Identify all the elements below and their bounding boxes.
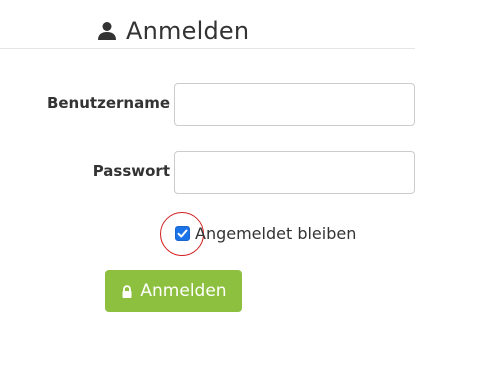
lock-icon xyxy=(120,284,134,298)
user-icon xyxy=(96,20,118,42)
remember-checkbox[interactable] xyxy=(175,226,190,241)
username-label: Benutzername xyxy=(46,94,170,112)
page-header: Anmelden xyxy=(96,16,249,46)
remember-label: Angemeldet bleiben xyxy=(195,224,357,243)
login-button-label: Anmelden xyxy=(140,281,227,301)
username-input[interactable] xyxy=(174,83,415,126)
page-title: Anmelden xyxy=(126,17,250,45)
header-divider xyxy=(0,48,415,49)
login-button[interactable]: Anmelden xyxy=(105,270,242,312)
password-input[interactable] xyxy=(174,151,415,194)
checkmark-icon xyxy=(177,229,188,238)
remember-me[interactable]: Angemeldet bleiben xyxy=(175,224,356,243)
password-label: Passwort xyxy=(92,162,170,180)
